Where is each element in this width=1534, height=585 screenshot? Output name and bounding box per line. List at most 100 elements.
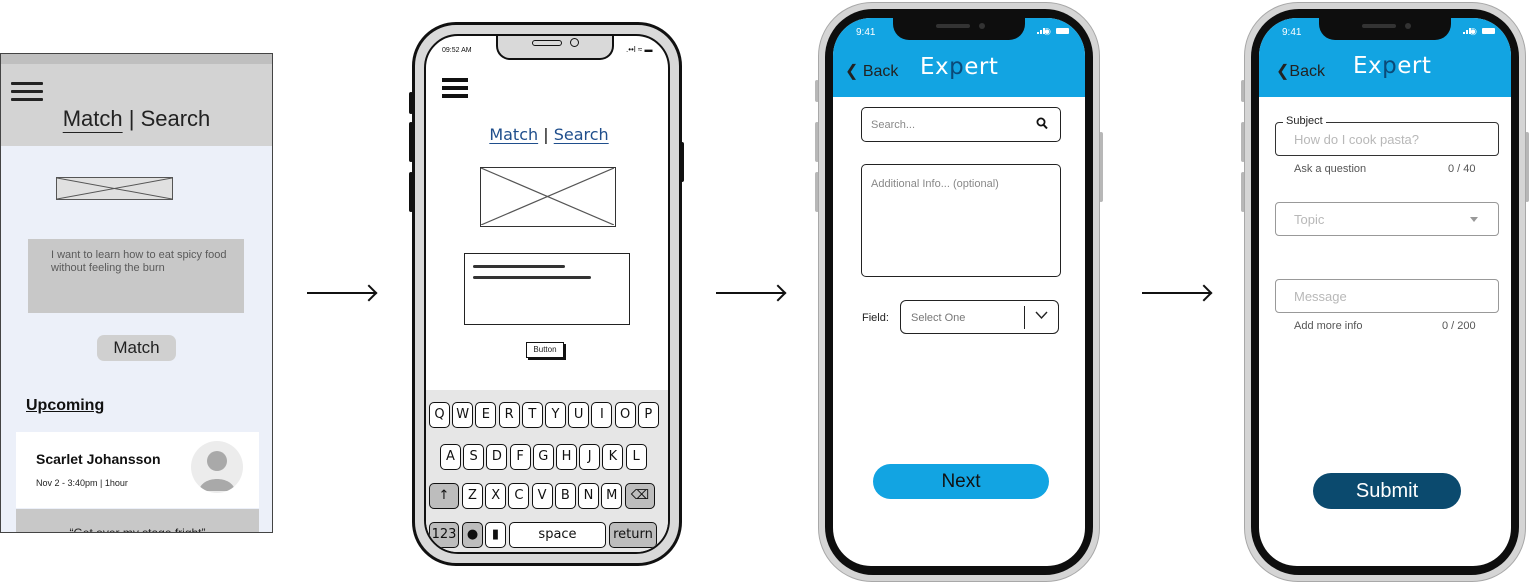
camera-icon — [570, 38, 579, 47]
info-placeholder: Additional Info... (optional) — [871, 178, 999, 190]
back-label: Back — [862, 63, 899, 80]
chevron-left-icon: ❮ — [845, 63, 859, 80]
key-o[interactable]: O — [614, 402, 636, 428]
delete-key-icon[interactable]: ⌫ — [625, 483, 655, 509]
back-button[interactable]: ❮Back — [1276, 61, 1325, 81]
shift-key-icon[interactable]: ↑ — [429, 483, 459, 509]
signal-battery-icon — [1463, 28, 1495, 34]
tab-search[interactable]: Search — [554, 125, 609, 144]
page-title: Expert — [1353, 53, 1432, 79]
back-button[interactable]: ❮ Back — [845, 61, 898, 81]
key-m[interactable]: M — [601, 483, 623, 509]
key-e[interactable]: E — [475, 402, 497, 428]
key-s[interactable]: S — [463, 444, 485, 470]
key-f[interactable]: F — [509, 444, 531, 470]
next-button[interactable]: Next — [873, 464, 1049, 499]
phone-search-screen: 9:41 ◉ ❮ Back Expert Search... Additiona… — [815, 2, 1103, 582]
expert-name: Scarlet Johansson — [36, 451, 161, 467]
page-title: Expert — [920, 54, 999, 80]
status-icons: .••l ≈ ▬ — [626, 45, 653, 54]
tab-match[interactable]: Match — [489, 125, 538, 144]
key-d[interactable]: D — [486, 444, 508, 470]
sketch-phone: 09:52 AM .••l ≈ ▬ Match | Search Button … — [409, 22, 684, 566]
key-q[interactable]: Q — [429, 402, 450, 428]
page-title: Match | Search — [1, 106, 272, 132]
key-g[interactable]: G — [532, 444, 554, 470]
message-placeholder: Message — [1294, 289, 1347, 304]
key-p[interactable]: P — [637, 402, 659, 428]
return-key[interactable]: return — [609, 522, 657, 548]
notch — [496, 36, 614, 60]
subject-field[interactable]: Subject How do I cook pasta? — [1275, 115, 1499, 156]
key-j[interactable]: J — [579, 444, 601, 470]
message-field[interactable]: Message — [1275, 279, 1499, 313]
avatar-icon — [191, 441, 243, 493]
key-a[interactable]: A — [440, 444, 461, 470]
upcoming-heading: Upcoming — [26, 397, 105, 414]
key-b[interactable]: B — [554, 483, 576, 509]
scribbled-text-box[interactable] — [464, 253, 630, 325]
key-w[interactable]: W — [452, 402, 474, 428]
keyboard: Q W E R T Y U I O P A S D F G H J K L ↑ Z X C V B N M ⌫ 123 ● ▮ space re… — [426, 390, 668, 552]
notch — [1319, 18, 1451, 40]
mic-key-icon[interactable]: ▮ — [485, 522, 506, 548]
field-label: Field: — [862, 312, 889, 324]
key-u[interactable]: U — [568, 402, 590, 428]
flow-arrow-icon — [307, 292, 375, 294]
tab-search[interactable]: Search — [141, 106, 211, 131]
chevron-down-icon — [1035, 311, 1048, 320]
match-button[interactable]: Match — [97, 335, 176, 361]
key-k[interactable]: K — [602, 444, 624, 470]
topic-select[interactable]: Topic — [1275, 202, 1499, 236]
notch — [893, 18, 1025, 40]
globe-key-icon[interactable]: ● — [462, 522, 483, 548]
caret-down-icon — [1470, 217, 1478, 222]
key-y[interactable]: Y — [545, 402, 566, 428]
chevron-left-icon: ❮ — [1276, 63, 1290, 80]
phone-screen: 09:52 AM .••l ≈ ▬ Match | Search Button … — [424, 34, 670, 554]
key-z[interactable]: Z — [462, 483, 483, 509]
title-separator: | — [122, 106, 141, 131]
field-select[interactable]: Select One — [900, 300, 1059, 334]
tab-match[interactable]: Match — [63, 106, 123, 131]
phone-screen: 9:41 ◉ ❮Back Expert Subject How do I coo… — [1259, 18, 1511, 566]
numbers-key[interactable]: 123 — [429, 522, 459, 548]
key-t[interactable]: T — [521, 402, 543, 428]
image-placeholder-icon — [56, 177, 173, 200]
session-card[interactable]: “Get over my stage fright” — [16, 509, 259, 532]
search-input[interactable]: Search... — [861, 107, 1061, 142]
key-x[interactable]: X — [485, 483, 507, 509]
back-label: Back — [1289, 63, 1325, 80]
session-card[interactable]: Scarlet Johansson Nov 2 - 3:40pm | 1hour — [16, 432, 259, 508]
header: Match | Search — [1, 64, 272, 146]
submit-button[interactable]: Submit — [1313, 473, 1461, 509]
topic-placeholder: Topic — [1294, 212, 1325, 227]
generic-button[interactable]: Button — [526, 342, 564, 358]
key-n[interactable]: N — [578, 483, 599, 509]
key-i[interactable]: I — [591, 402, 613, 428]
additional-info-textarea[interactable]: Additional Info... (optional) — [861, 164, 1061, 277]
side-button — [409, 172, 413, 212]
key-r[interactable]: R — [498, 402, 520, 428]
speaker-icon — [532, 40, 562, 46]
subject-placeholder: How do I cook pasta? — [1294, 132, 1420, 147]
query-text-area[interactable]: I want to learn how to eat spicy food wi… — [28, 239, 244, 313]
status-time: 9:41 — [1282, 27, 1302, 38]
signal-battery-icon — [1037, 28, 1069, 34]
select-value: Select One — [911, 312, 966, 324]
flow-arrow-icon — [716, 292, 784, 294]
image-placeholder-icon — [480, 167, 616, 227]
status-time: 9:41 — [856, 27, 876, 38]
subject-legend: Subject — [1283, 115, 1326, 127]
key-h[interactable]: H — [556, 444, 577, 470]
side-button — [409, 122, 413, 162]
key-v[interactable]: V — [531, 483, 553, 509]
search-placeholder: Search... — [871, 119, 916, 131]
key-c[interactable]: C — [508, 483, 530, 509]
key-l[interactable]: L — [625, 444, 647, 470]
lowfi-screen: Match | Search I want to learn how to ea… — [0, 53, 273, 533]
status-time: 09:52 AM — [442, 47, 472, 54]
space-key[interactable]: space — [509, 522, 606, 548]
message-counter: 0 / 200 — [1442, 320, 1476, 332]
message-helper: Add more info — [1294, 320, 1363, 332]
